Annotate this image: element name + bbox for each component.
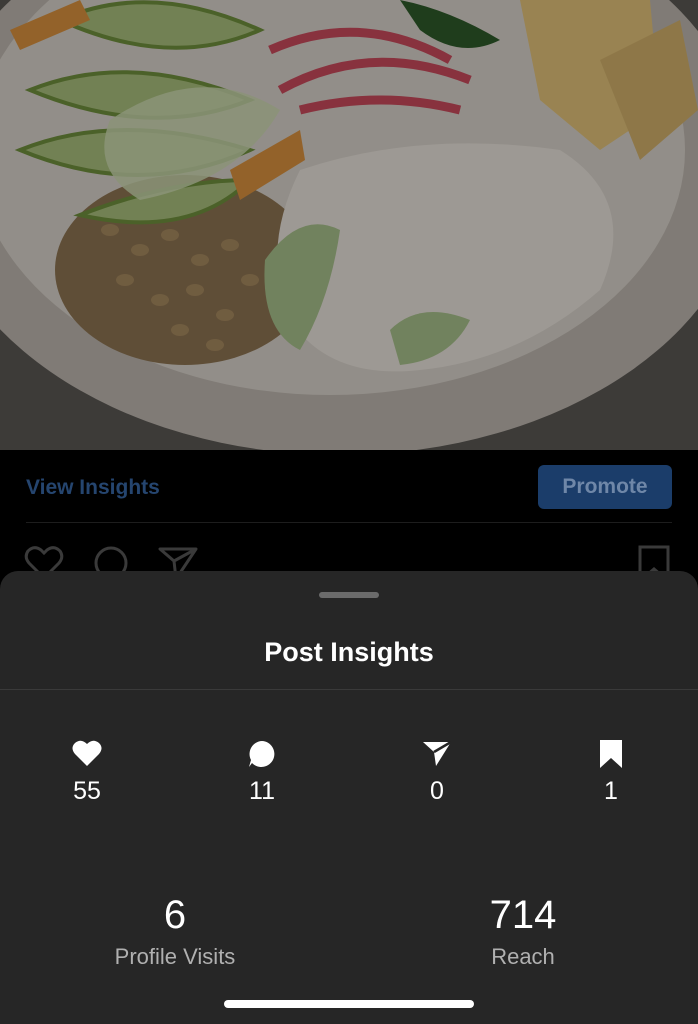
post-icon-row (0, 535, 698, 585)
post-photo (0, 0, 698, 450)
sheet-divider (0, 689, 698, 690)
food-bowl-image (0, 0, 698, 450)
shares-metric: 0 (397, 739, 477, 806)
profile-visits-stat: 6 Profile Visits (55, 893, 295, 970)
view-insights-link[interactable]: View Insights (26, 476, 160, 500)
shares-count: 0 (430, 777, 444, 805)
saves-count: 1 (604, 777, 618, 805)
post-insights-sheet: Post Insights 55 11 0 1 6 Profile Visits… (0, 571, 698, 1024)
bookmark-icon (571, 739, 651, 769)
comment-icon (222, 739, 302, 769)
post-actions-bar: View Insights Promote (0, 450, 698, 522)
likes-count: 55 (73, 777, 101, 805)
sheet-title: Post Insights (264, 637, 434, 667)
comments-metric: 11 (222, 739, 302, 806)
promote-button[interactable]: Promote (538, 465, 672, 509)
heart-icon (47, 739, 127, 769)
profile-visits-value: 6 (163, 893, 187, 937)
send-icon (397, 739, 477, 769)
reach-label: Reach (491, 944, 555, 969)
comments-count: 11 (249, 777, 275, 805)
divider (26, 522, 672, 523)
profile-visits-label: Profile Visits (114, 944, 236, 969)
saves-metric: 1 (571, 739, 651, 806)
home-indicator[interactable] (224, 1000, 474, 1008)
reach-stat: 714 Reach (403, 893, 643, 970)
likes-metric: 55 (47, 739, 127, 806)
reach-value: 714 (489, 893, 557, 937)
sheet-grabber-handle[interactable] (319, 592, 379, 598)
